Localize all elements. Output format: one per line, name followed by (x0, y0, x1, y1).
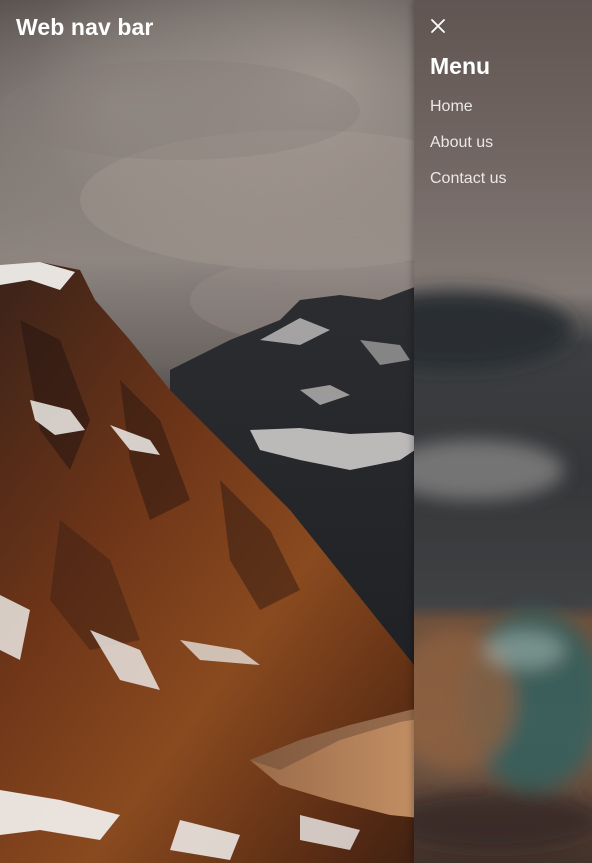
menu-link-home[interactable]: Home (430, 98, 473, 115)
close-button[interactable] (428, 16, 448, 36)
menu-item-about-us: About us (430, 133, 506, 169)
site-title: Web nav bar (16, 14, 154, 40)
drawer-content: Menu Home About us Contact us (414, 0, 592, 863)
menu-heading: Menu (430, 53, 491, 79)
menu-item-home: Home (430, 97, 506, 133)
menu-link-contact-us[interactable]: Contact us (430, 170, 506, 187)
page: Web nav bar Menu Home About us Contact u… (0, 0, 592, 863)
menu-list: Home About us Contact us (430, 97, 506, 205)
close-icon (431, 19, 445, 33)
side-nav-drawer: Menu Home About us Contact us (414, 0, 592, 863)
menu-item-contact-us: Contact us (430, 169, 506, 205)
menu-link-about-us[interactable]: About us (430, 134, 493, 151)
